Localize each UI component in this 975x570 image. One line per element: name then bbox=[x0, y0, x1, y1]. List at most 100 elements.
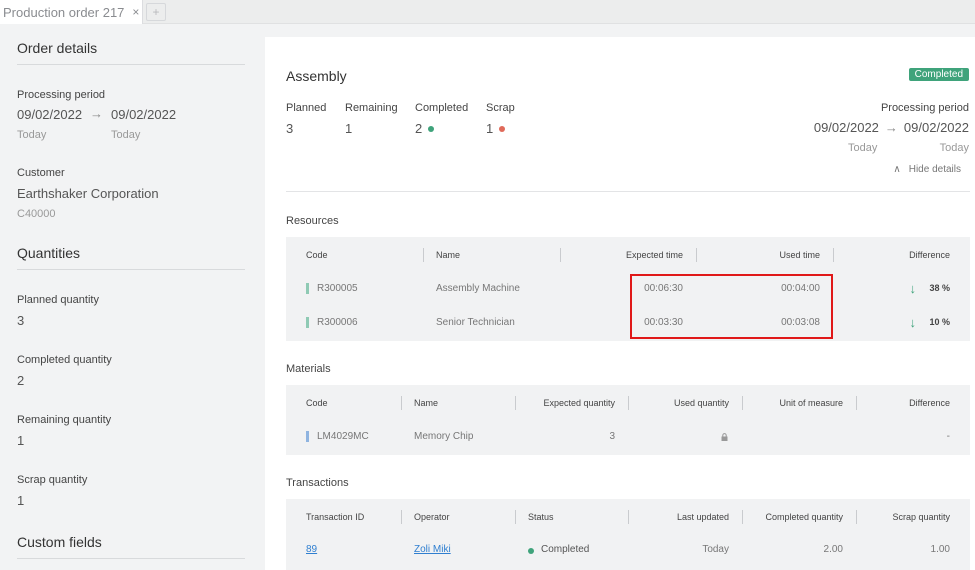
remaining-quantity-value: 1 bbox=[17, 433, 25, 448]
customer-name: Earthshaker Corporation bbox=[17, 186, 159, 201]
processing-period-range: 09/02/2022 → 09/02/2022 bbox=[814, 120, 969, 135]
tab-production-order[interactable]: Production order 217 × bbox=[0, 0, 143, 24]
transaction-id-link[interactable]: 89 bbox=[306, 544, 317, 555]
col-unit-of-measure[interactable]: Unit of measure bbox=[779, 398, 843, 408]
order-sidebar: Order details Processing period 09/02/20… bbox=[0, 25, 265, 570]
operation-panel: Assembly Completed Planned 3 Remaining 1… bbox=[265, 37, 975, 570]
col-divider bbox=[742, 396, 743, 410]
remaining-value: 1 bbox=[345, 121, 353, 136]
customer-label: Customer bbox=[17, 167, 65, 179]
completed-label: Completed bbox=[415, 102, 469, 114]
resources-table: Code Name Expected time Used time Differ… bbox=[286, 237, 970, 341]
period-end: 09/02/2022 bbox=[111, 107, 177, 122]
period-end: 09/02/2022 bbox=[903, 120, 969, 135]
col-divider bbox=[515, 510, 516, 524]
planned-label: Planned bbox=[286, 102, 327, 114]
col-code[interactable]: Code bbox=[306, 398, 328, 408]
completed-dot-icon bbox=[428, 125, 435, 132]
materials-table: Code Name Expected quantity Used quantit… bbox=[286, 385, 970, 455]
period-start: 09/02/2022 bbox=[813, 120, 879, 135]
scrap-quantity-label: Scrap quantity bbox=[17, 474, 88, 486]
difference-value: 38 % bbox=[929, 283, 950, 293]
col-used-time[interactable]: Used time bbox=[779, 250, 820, 260]
remaining-label: Remaining bbox=[345, 102, 398, 114]
period-start: 09/02/2022 bbox=[17, 107, 83, 122]
lock-icon bbox=[721, 432, 728, 441]
customer-code: C40000 bbox=[17, 208, 56, 220]
divider bbox=[17, 558, 245, 559]
row-indicator bbox=[306, 317, 309, 328]
scrap-quantity-value: 1 bbox=[17, 493, 25, 508]
scrap-label: Scrap bbox=[486, 102, 515, 114]
resource-name: Assembly Machine bbox=[436, 283, 520, 294]
col-status[interactable]: Status bbox=[528, 512, 554, 522]
col-name[interactable]: Name bbox=[436, 250, 460, 260]
scrap-dot-icon bbox=[499, 125, 506, 132]
col-expected-quantity[interactable]: Expected quantity bbox=[543, 398, 615, 408]
col-transaction-id[interactable]: Transaction ID bbox=[306, 512, 364, 522]
operation-title: Assembly bbox=[286, 68, 347, 84]
resource-code: R300005 bbox=[317, 283, 358, 294]
col-expected-time[interactable]: Expected time bbox=[626, 250, 683, 260]
last-updated: Today bbox=[702, 544, 729, 555]
arrow-right-icon: → bbox=[884, 120, 898, 135]
col-divider bbox=[401, 396, 402, 410]
close-icon[interactable]: × bbox=[132, 5, 139, 19]
resource-name: Senior Technician bbox=[436, 317, 515, 328]
add-tab-icon[interactable]: + bbox=[146, 3, 166, 21]
col-divider bbox=[560, 248, 561, 262]
completed-quantity: 2.00 bbox=[823, 544, 843, 555]
material-name: Memory Chip bbox=[414, 431, 474, 442]
arrow-down-icon: ↓ bbox=[909, 315, 917, 330]
chevron-up-icon: ∧ bbox=[893, 164, 901, 175]
divider bbox=[286, 191, 970, 192]
col-divider bbox=[833, 248, 834, 262]
transactions-table: Transaction ID Operator Status Last upda… bbox=[286, 499, 970, 570]
arrow-right-icon: → bbox=[90, 106, 103, 121]
status-badge: Completed bbox=[908, 68, 969, 81]
processing-period-label: Processing period bbox=[880, 102, 969, 114]
highlight-box bbox=[630, 274, 833, 339]
col-divider bbox=[515, 396, 516, 410]
scrap-stat: 1 bbox=[486, 121, 506, 136]
period-end-sub: Today bbox=[939, 142, 969, 154]
period-start-sub: Today bbox=[17, 129, 47, 141]
col-code[interactable]: Code bbox=[306, 250, 328, 260]
col-scrap-quantity[interactable]: Scrap quantity bbox=[892, 512, 950, 522]
operator-link[interactable]: Zoli Miki bbox=[414, 544, 451, 555]
hide-details-label: Hide details bbox=[908, 164, 961, 175]
materials-heading: Materials bbox=[286, 363, 331, 375]
period-end-sub: Today bbox=[111, 129, 141, 141]
status-dot-icon bbox=[528, 548, 534, 554]
col-divider bbox=[856, 396, 857, 410]
planned-quantity-value: 3 bbox=[17, 313, 25, 328]
col-name[interactable]: Name bbox=[414, 398, 438, 408]
processing-period-label: Processing period bbox=[17, 89, 106, 101]
col-completed-quantity[interactable]: Completed quantity bbox=[765, 512, 843, 522]
material-code: LM4029MC bbox=[317, 431, 369, 442]
status-value: Completed bbox=[541, 544, 590, 555]
col-divider bbox=[742, 510, 743, 524]
completed-quantity-label: Completed quantity bbox=[17, 354, 112, 366]
col-divider bbox=[628, 396, 629, 410]
completed-value: 2 bbox=[415, 121, 423, 136]
col-difference[interactable]: Difference bbox=[909, 250, 950, 260]
col-last-updated[interactable]: Last updated bbox=[677, 512, 729, 522]
difference-value: 10 % bbox=[929, 317, 950, 327]
remaining-quantity-label: Remaining quantity bbox=[17, 414, 112, 426]
scrap-value: 1 bbox=[486, 121, 494, 136]
tab-title: Production order 217 bbox=[3, 4, 125, 20]
arrow-down-icon: ↓ bbox=[909, 281, 917, 296]
col-divider bbox=[696, 248, 697, 262]
col-divider bbox=[628, 510, 629, 524]
col-divider bbox=[423, 248, 424, 262]
tab-bar: Production order 217 × + bbox=[0, 0, 975, 24]
divider bbox=[17, 269, 245, 270]
col-difference[interactable]: Difference bbox=[909, 398, 950, 408]
order-details-heading: Order details bbox=[17, 40, 98, 56]
divider bbox=[17, 64, 245, 65]
col-used-quantity[interactable]: Used quantity bbox=[674, 398, 729, 408]
hide-details-button[interactable]: ∧ Hide details bbox=[893, 164, 961, 175]
col-operator[interactable]: Operator bbox=[414, 512, 450, 522]
planned-value: 3 bbox=[286, 121, 294, 136]
